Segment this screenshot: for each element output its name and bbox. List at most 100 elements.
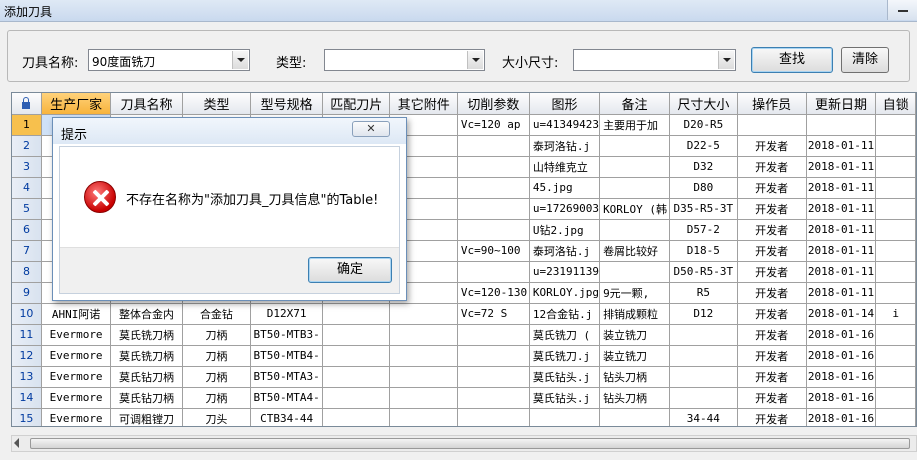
table-cell[interactable]: KORLOY (韩 [599, 198, 670, 220]
table-cell[interactable]: 开发者 [737, 366, 807, 388]
column-header[interactable]: 类型 [182, 93, 252, 115]
table-cell[interactable]: Vc=120 ap [457, 114, 530, 136]
table-cell[interactable] [875, 345, 916, 367]
table-cell[interactable]: 莫氏钻刀柄 [110, 366, 183, 388]
table-row[interactable]: 13 Evermore 莫氏钻刀柄 刀柄 BT50-MTA3- 莫氏钻头.j 钻头刀柄 开发者… [12, 366, 916, 388]
table-cell[interactable]: Vc=120-130 [457, 282, 530, 304]
table-cell[interactable]: 9元一颗, [599, 282, 670, 304]
table-cell[interactable]: 2018-01-11 [806, 177, 877, 199]
table-cell[interactable] [669, 387, 738, 409]
table-cell[interactable]: 开发者 [737, 156, 807, 178]
table-cell[interactable] [599, 177, 670, 199]
table-cell[interactable]: 2018-01-11 [806, 261, 877, 283]
column-header[interactable]: 刀具名称 [110, 93, 183, 115]
table-cell[interactable] [322, 387, 391, 409]
table-cell[interactable]: CTB34-44 [250, 408, 324, 426]
table-cell[interactable]: 莫氏铣刀.j [529, 345, 601, 367]
table-cell[interactable]: 2018-01-16 [806, 345, 877, 367]
table-cell[interactable]: 山特维克立 [529, 156, 601, 178]
table-cell[interactable] [875, 198, 916, 220]
table-cell[interactable]: 开发者 [737, 282, 807, 304]
scrollbar-thumb[interactable] [30, 438, 910, 449]
table-cell[interactable] [669, 366, 738, 388]
table-cell[interactable]: 莫氏铣刀柄 [110, 345, 183, 367]
table-cell[interactable]: BT50-MTA3- [250, 366, 324, 388]
table-cell[interactable]: D80 [669, 177, 738, 199]
table-cell[interactable] [322, 324, 391, 346]
table-cell[interactable]: 2018-01-11 [806, 135, 877, 157]
row-number[interactable]: 15 [12, 408, 42, 426]
table-cell[interactable] [389, 387, 458, 409]
row-number[interactable]: 2 [12, 135, 42, 157]
table-cell[interactable]: 2018-01-16 [806, 408, 877, 426]
table-cell[interactable]: 莫氏铣刀柄 [110, 324, 183, 346]
table-cell[interactable]: 刀柄 [182, 324, 252, 346]
column-header[interactable]: 更新日期 [806, 93, 877, 115]
table-cell[interactable]: 开发者 [737, 177, 807, 199]
table-cell[interactable]: 2018-01-11 [806, 219, 877, 241]
column-header[interactable]: 型号规格 [250, 93, 324, 115]
row-number[interactable]: 5 [12, 198, 42, 220]
table-cell[interactable] [322, 408, 391, 426]
table-cell[interactable]: 34-44 [669, 408, 738, 426]
column-header[interactable]: 尺寸大小 [669, 93, 738, 115]
find-button[interactable]: 查找 [751, 47, 833, 73]
table-cell[interactable] [875, 366, 916, 388]
table-cell[interactable]: u=41349423 [529, 114, 601, 136]
table-cell[interactable] [875, 408, 916, 426]
table-cell[interactable]: D35-R5-3T [669, 198, 738, 220]
table-cell[interactable]: 泰珂洛钻.j [529, 240, 601, 262]
table-cell[interactable]: 装立铣刀 [599, 324, 670, 346]
table-cell[interactable]: BT50-MTA4- [250, 387, 324, 409]
table-cell[interactable] [322, 345, 391, 367]
table-row[interactable]: 11 Evermore 莫氏铣刀柄 刀柄 BT50-MTB3- 莫氏铣刀 (装立铣刀 开发者… [12, 324, 916, 346]
chevron-down-icon[interactable] [467, 51, 483, 69]
table-cell[interactable]: R5 [669, 282, 738, 304]
chevron-down-icon[interactable] [718, 51, 734, 69]
table-cell[interactable]: 2018-01-11 [806, 156, 877, 178]
table-cell[interactable]: 合金钻 [182, 303, 252, 325]
dialog-close-button[interactable]: ✕ [352, 121, 390, 137]
row-number[interactable]: 1 [12, 114, 42, 136]
table-cell[interactable] [529, 408, 601, 426]
table-cell[interactable]: U钻2.jpg [529, 219, 601, 241]
table-cell[interactable]: 开发者 [737, 135, 807, 157]
table-cell[interactable]: Vc=72 S [457, 303, 530, 325]
table-cell[interactable] [806, 114, 877, 136]
table-cell[interactable]: i [875, 303, 916, 325]
row-number[interactable]: 3 [12, 156, 42, 178]
table-cell[interactable]: D12 [669, 303, 738, 325]
scroll-left-icon[interactable] [14, 438, 19, 448]
table-cell[interactable]: 开发者 [737, 219, 807, 241]
table-cell[interactable]: BT50-MTB3- [250, 324, 324, 346]
table-cell[interactable] [875, 135, 916, 157]
table-cell[interactable]: 开发者 [737, 387, 807, 409]
table-cell[interactable]: Evermore [41, 387, 112, 409]
row-number[interactable]: 13 [12, 366, 42, 388]
column-header[interactable]: 匹配刀片 [322, 93, 391, 115]
column-header[interactable]: 其它附件 [389, 93, 458, 115]
table-cell[interactable] [457, 135, 530, 157]
table-row[interactable]: 15 Evermore 可调粗镗刀 刀头 CTB34-44 34-44 开发者 2018-01… [12, 408, 916, 426]
table-cell[interactable]: 泰珂洛钻.j [529, 135, 601, 157]
table-cell[interactable]: 莫氏铣刀 ( [529, 324, 601, 346]
table-cell[interactable]: 开发者 [737, 345, 807, 367]
table-cell[interactable] [457, 387, 530, 409]
row-number[interactable]: 11 [12, 324, 42, 346]
column-header[interactable]: 操作员 [737, 93, 807, 115]
row-number[interactable]: 4 [12, 177, 42, 199]
table-cell[interactable]: 整体合金内 [110, 303, 183, 325]
column-header[interactable]: 图形 [529, 93, 601, 115]
table-cell[interactable]: 可调粗镗刀 [110, 408, 183, 426]
table-cell[interactable] [457, 198, 530, 220]
table-cell[interactable]: 莫氏钻头.j [529, 387, 601, 409]
table-cell[interactable] [599, 261, 670, 283]
table-cell[interactable]: 2018-01-16 [806, 366, 877, 388]
table-row[interactable]: 14 Evermore 莫氏钻刀柄 刀柄 BT50-MTA4- 莫氏钻头.j 钻头刀柄 开发者… [12, 387, 916, 409]
table-cell[interactable]: KORLOY.jpg [529, 282, 601, 304]
table-cell[interactable]: 开发者 [737, 303, 807, 325]
column-header[interactable]: 备注 [599, 93, 670, 115]
table-cell[interactable] [875, 261, 916, 283]
table-cell[interactable] [875, 387, 916, 409]
table-cell[interactable] [389, 324, 458, 346]
